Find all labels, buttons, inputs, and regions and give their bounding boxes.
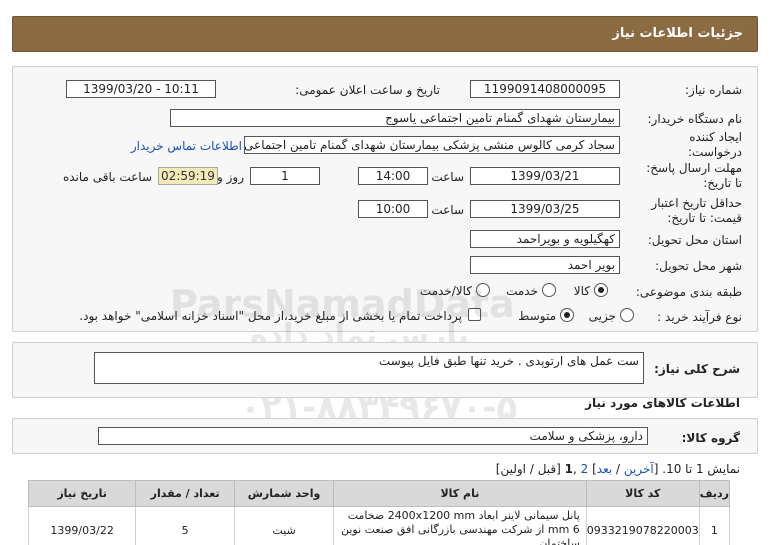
items-table: ردیف کد کالا نام کالا واحد شمارش تعداد /…: [27, 480, 731, 545]
deadline-label-1: مهلت ارسال پاسخ:: [646, 161, 742, 175]
description-label: شرح کلی نیاز:: [654, 362, 740, 376]
table-row[interactable]: 1 0933219078220003 پانل سیمانی لاینر ابع…: [27, 506, 731, 545]
treasury-payment-checkbox[interactable]: [468, 308, 481, 321]
validity-time-label: ساعت: [431, 203, 464, 217]
deadline-time-field: 14:00: [358, 167, 428, 185]
treasury-payment-note: پرداخت تمام یا بخشی از مبلغ خرید،از محل …: [79, 309, 462, 323]
category-option-goods: کالا: [573, 284, 590, 298]
page-header: جزئیات اطلاعات نیاز: [12, 16, 758, 52]
province-field: کهگیلویه و بویراحمد: [470, 230, 620, 248]
buyer-field: بیمارستان شهدای گمنام تامین اجتماعی یاسو…: [170, 109, 620, 127]
process-radio-medium[interactable]: [560, 308, 574, 322]
col-date-header: تاریخ نیاز: [27, 480, 137, 507]
need-number-label: شماره نیاز:: [685, 83, 742, 97]
page-title: جزئیات اطلاعات نیاز: [612, 26, 743, 41]
row-index: 1: [698, 506, 731, 545]
process-label: نوع فرآیند خرید :: [657, 310, 742, 324]
process-radio-minor[interactable]: [620, 308, 634, 322]
col-qty-header: تعداد / مقدار: [135, 480, 236, 507]
announce-datetime-label: تاریخ و ساعت اعلان عمومی:: [295, 83, 440, 97]
buyer-label: نام دستگاه خریدار:: [647, 112, 743, 126]
category-radio-goods-service[interactable]: [476, 283, 490, 297]
need-number-field: 1199091408000095: [470, 80, 620, 98]
category-option-service: خدمت: [506, 284, 538, 298]
col-code-header: کد کالا: [585, 480, 700, 507]
province-label: استان محل تحویل:: [647, 233, 742, 247]
pager-sep2: ]: [588, 462, 597, 476]
creator-label-1: ایجاد کننده: [689, 130, 742, 144]
goods-info-title: اطلاعات کالاهای مورد نیاز: [585, 396, 740, 410]
validity-date-field: 1399/03/25: [470, 200, 620, 218]
pagination: نمایش 1 تا 10. [آخرین / بعد] 2 ,1 [قبل /…: [496, 462, 740, 476]
col-name-header: نام کالا: [333, 480, 587, 507]
pager-suffix: [قبل / اولین]: [495, 462, 565, 476]
category-radio-goods[interactable]: [594, 283, 608, 297]
creator-field: سجاد کرمی کالوس منشی پزشکی بیمارستان شهد…: [244, 136, 620, 154]
row-unit: شیت: [234, 506, 335, 545]
goods-group-field: دارو، پزشکی و سلامت: [98, 427, 648, 445]
city-label: شهر محل تحویل:: [655, 259, 742, 273]
category-option-goods-service: کالا/خدمت: [419, 284, 472, 298]
pager-last-link[interactable]: آخرین: [624, 462, 654, 476]
pager-current-page: 1: [564, 462, 573, 476]
validity-label-1: حداقل تاریخ اعتبار: [651, 196, 742, 210]
validity-time-field: 10:00: [358, 200, 428, 218]
col-index-header: ردیف: [698, 480, 731, 507]
goods-group-label: گروه کالا:: [681, 431, 740, 445]
deadline-time-label: ساعت: [431, 170, 464, 184]
process-option-medium: متوسط: [518, 309, 556, 323]
creator-label-2: درخواست:: [688, 145, 742, 159]
row-qty: 5: [135, 506, 236, 545]
row-date: 1399/03/22: [27, 506, 137, 545]
pager-sep1: /: [612, 462, 624, 476]
row-code: 0933219078220003: [585, 506, 700, 545]
deadline-label-2: تا تاریخ:: [703, 176, 742, 190]
days-label: روز و: [217, 170, 244, 184]
validity-label-2: قیمت: تا تاریخ:: [667, 211, 742, 225]
buyer-contact-link[interactable]: اطلاعات تماس خریدار: [131, 139, 242, 153]
pager-next-link[interactable]: بعد: [597, 462, 612, 476]
category-radio-service[interactable]: [542, 283, 556, 297]
process-option-minor: جزیی: [588, 309, 616, 323]
remaining-days-field: 1: [250, 167, 320, 185]
remaining-time-timer: 02:59:19: [158, 167, 218, 185]
city-field: بویر احمد: [470, 256, 620, 274]
table-header-row: ردیف کد کالا نام کالا واحد شمارش تعداد /…: [27, 480, 731, 507]
row-name: پانل سیمانی لاینر ابعاد 2400x1200 mm ضخا…: [333, 506, 587, 545]
description-field: ست عمل های ارتوپدی . خرید تنها طبق فایل …: [94, 352, 644, 384]
col-unit-header: واحد شمارش: [234, 480, 335, 507]
category-label: طبقه بندی موضوعی:: [635, 285, 742, 299]
deadline-date-field: 1399/03/21: [470, 167, 620, 185]
pager-prefix: نمایش 1 تا 10. [: [653, 462, 740, 476]
pager-comma: ,: [573, 462, 581, 476]
announce-datetime-field: 1399/03/20 - 10:11: [66, 80, 216, 98]
remaining-time-label: ساعت باقی مانده: [62, 170, 152, 184]
